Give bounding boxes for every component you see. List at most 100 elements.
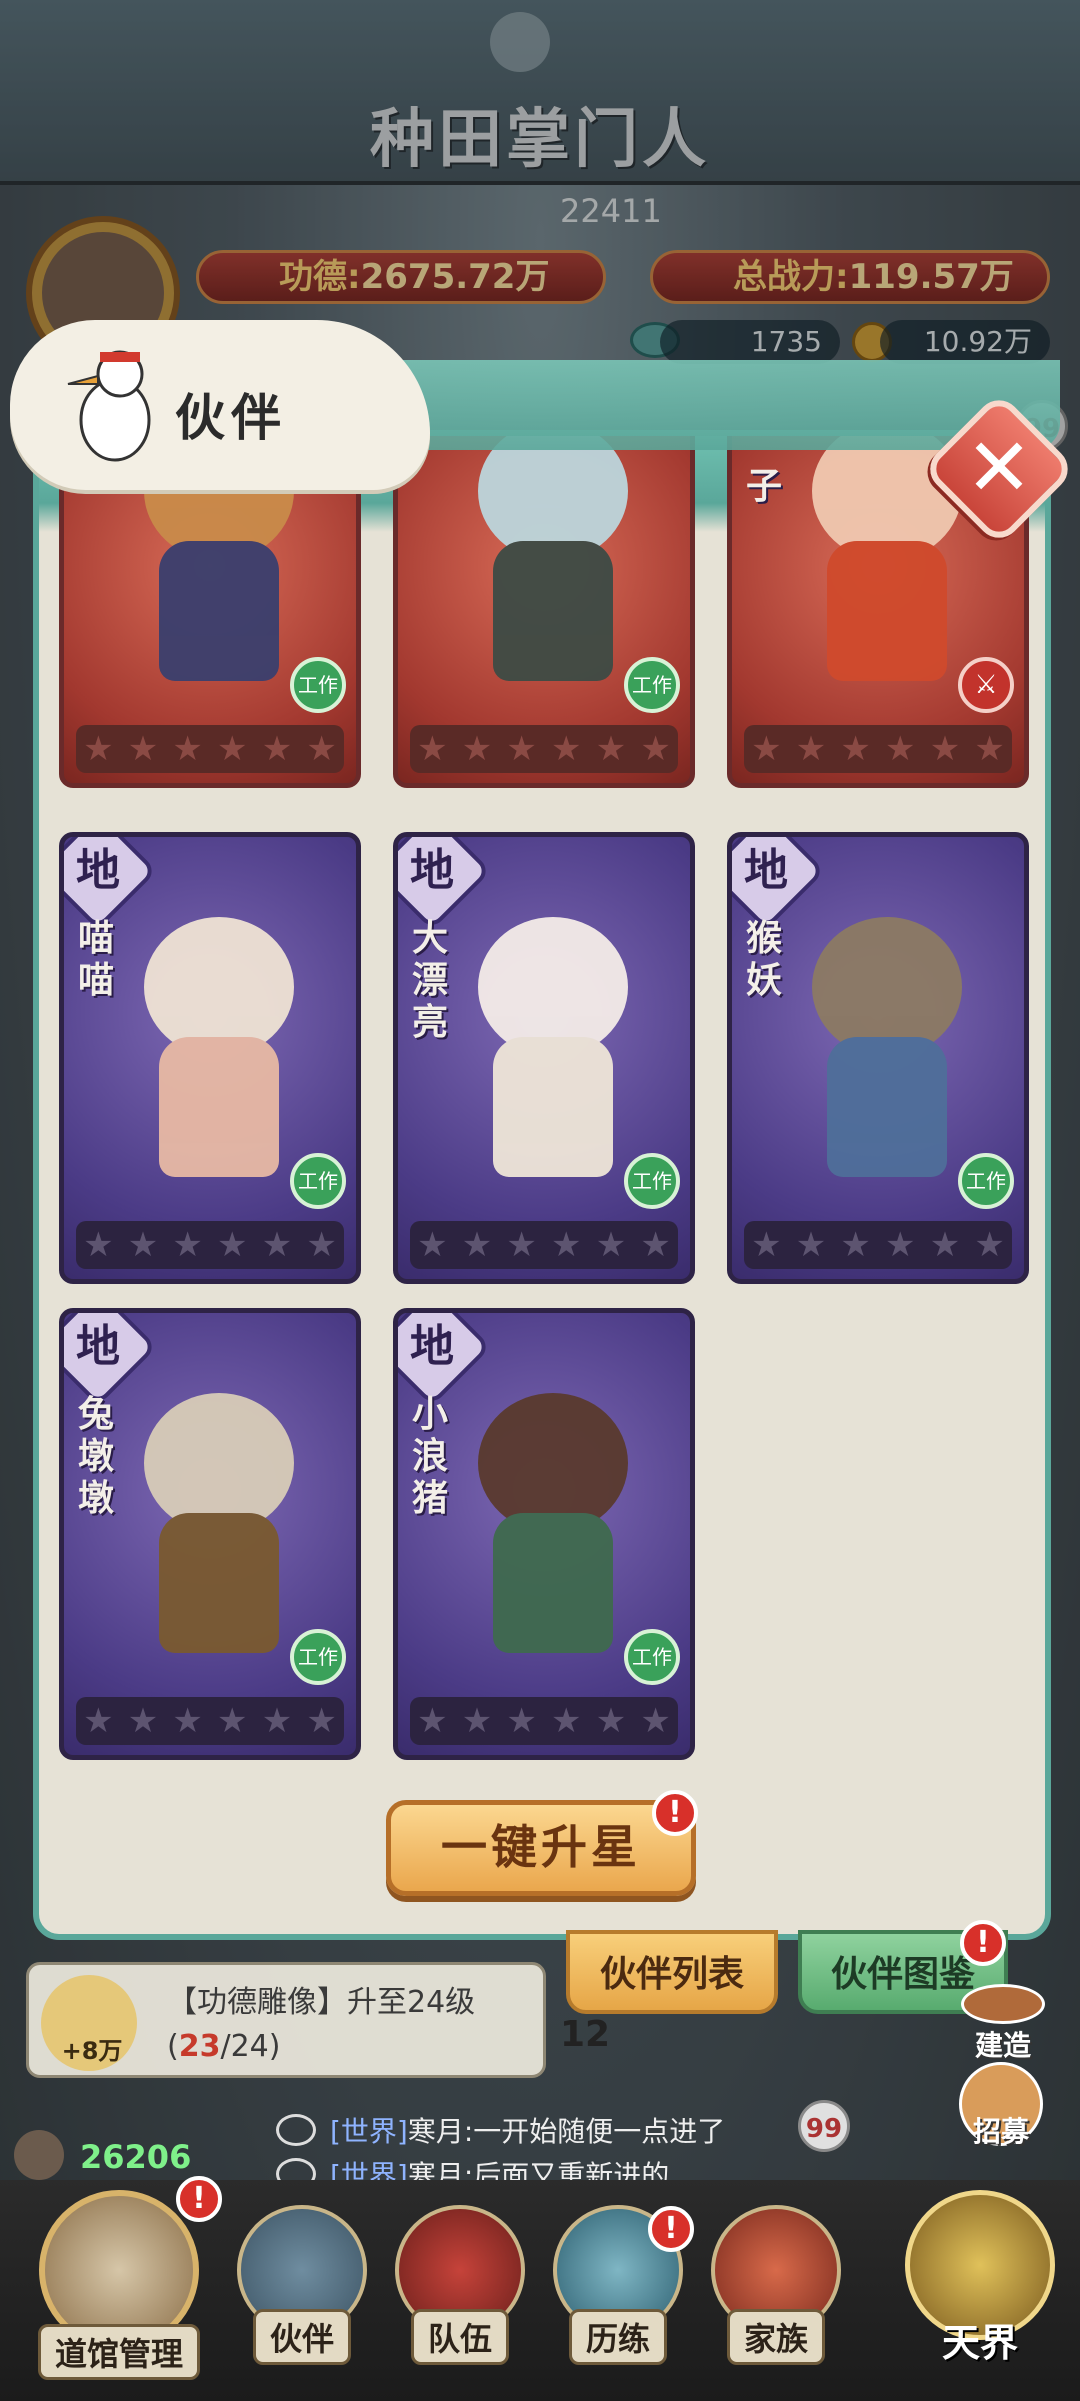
nav-label: 队伍 — [410, 2309, 509, 2365]
figure-head — [478, 917, 628, 1057]
star-icon: ★ — [217, 1701, 248, 1741]
grade-label: 地 — [76, 1321, 120, 1372]
star-icon: ★ — [127, 1225, 159, 1265]
star-icon: ★ — [127, 729, 159, 769]
player-score: 26206 — [80, 2138, 192, 2176]
star-icon: ★ — [974, 1225, 1005, 1265]
partner-card-xiaolangzhu[interactable]: 地 小浪猪 工作 ★ ★ ★ ★ ★ ★ — [393, 1308, 695, 1760]
figure-body — [493, 541, 613, 681]
star-icon: ★ — [751, 729, 782, 769]
nav-label: 道馆管理 — [37, 2324, 200, 2380]
star-icon: ★ — [974, 729, 1005, 769]
figure-body — [159, 1037, 279, 1177]
star-icon: ★ — [217, 729, 248, 769]
star-icon: ★ — [261, 729, 293, 769]
grade-badge: 地 — [398, 1313, 492, 1407]
chat-bubble-icon — [276, 2114, 316, 2146]
partner-name: 大漂亮 — [412, 917, 449, 1043]
star-icon: ★ — [929, 1225, 961, 1265]
star-icon: ★ — [885, 729, 916, 769]
star-bar: ★ ★ ★ ★ ★ ★ — [410, 1221, 678, 1269]
grade-badge: 地 — [64, 1313, 158, 1407]
grade-badge: 地 — [732, 837, 826, 931]
nav-heaven[interactable]: 天界 — [890, 2190, 1070, 2370]
star-icon: ★ — [506, 1701, 537, 1741]
star-icon: ★ — [506, 1225, 537, 1265]
work-tag-icon: 工作 — [624, 1629, 680, 1685]
partner-card-tudundun[interactable]: 地 兔墩墩 工作 ★ ★ ★ ★ ★ ★ — [59, 1308, 361, 1760]
partner-card[interactable]: 工作 ★ ★ ★ ★ ★ ★ — [393, 436, 695, 788]
build-button[interactable]: 建造 — [958, 1984, 1048, 2064]
grade-label: 地 — [744, 845, 788, 896]
star-icon: ★ — [417, 729, 448, 769]
nav-label: 家族 — [726, 2309, 825, 2365]
one-click-upgrade-button[interactable]: 一键升星 — [386, 1800, 696, 1896]
star-icon: ★ — [640, 1701, 671, 1741]
star-bar: ★ ★ ★ ★ ★ ★ — [744, 1221, 1012, 1269]
star-icon: ★ — [261, 1701, 293, 1741]
star-bar: ★ ★ ★ ★ ★ ★ — [410, 725, 678, 773]
partner-modal: 工作 ★ ★ ★ ★ ★ ★ 工作 ★ ★ ★ ★ ★ ★ 子 ⚔ ★ ★ ★ ★ ★ ★ 地 喵喵 — [33, 430, 1051, 1940]
star-icon: ★ — [417, 1701, 448, 1741]
partner-name: 喵喵 — [78, 917, 115, 1001]
figure-head — [144, 1393, 294, 1533]
tab-partner-list[interactable]: 伙伴列表 — [566, 1930, 778, 2014]
star-icon: ★ — [885, 1225, 916, 1265]
partner-card-dapiaoliang[interactable]: 地 大漂亮 工作 ★ ★ ★ ★ ★ ★ — [393, 832, 695, 1284]
star-icon: ★ — [217, 1225, 248, 1265]
modal-title: 伙伴 — [175, 388, 287, 447]
star-icon: ★ — [506, 729, 537, 769]
chat-channel: [世界] — [330, 2115, 408, 2148]
nav-team[interactable]: 队伍 — [390, 2205, 530, 2385]
chat-player-avatar[interactable] — [14, 2130, 64, 2180]
grade-label: 地 — [76, 845, 120, 896]
nav-partner[interactable]: 伙伴 — [232, 2205, 372, 2385]
star-bar: ★ ★ ★ ★ ★ ★ — [410, 1697, 678, 1745]
grade-label: 地 — [410, 1321, 454, 1372]
quest-panel[interactable]: +8万 【功德雕像】升至24级(23/24) — [26, 1962, 546, 2078]
recruit-button[interactable]: 招募 — [956, 2062, 1046, 2150]
work-tag-icon: 工作 — [624, 657, 680, 713]
grade-label: 地 — [410, 845, 454, 896]
star-icon: ★ — [595, 729, 627, 769]
star-icon: ★ — [751, 1225, 782, 1265]
quest-progress-total: /24) — [220, 2029, 281, 2064]
fox-figure — [458, 917, 648, 1187]
star-icon: ★ — [840, 1225, 871, 1265]
nav-label: 伙伴 — [252, 2309, 351, 2365]
star-icon: ★ — [83, 729, 114, 769]
star-icon: ★ — [417, 1225, 448, 1265]
star-icon: ★ — [840, 729, 871, 769]
grade-badge: 地 — [398, 837, 492, 931]
star-icon: ★ — [461, 1225, 493, 1265]
star-icon: ★ — [595, 1701, 627, 1741]
figure-body — [493, 1037, 613, 1177]
star-icon: ★ — [83, 1225, 114, 1265]
star-icon: ★ — [306, 1701, 337, 1741]
star-icon: ★ — [461, 729, 493, 769]
star-icon: ★ — [461, 1701, 493, 1741]
partner-card-houyao[interactable]: 地 猴妖 工作 ★ ★ ★ ★ ★ ★ — [727, 832, 1029, 1284]
partner-card-miaomiao[interactable]: 地 喵喵 工作 ★ ★ ★ ★ ★ ★ — [59, 832, 361, 1284]
upgrade-alert-icon: ! — [652, 1790, 698, 1836]
star-icon: ★ — [172, 729, 203, 769]
star-bar: ★ ★ ★ ★ ★ ★ — [76, 725, 344, 773]
star-icon: ★ — [261, 1225, 293, 1265]
figure-body — [159, 541, 279, 681]
star-icon: ★ — [551, 1225, 582, 1265]
crane-mascot-icon — [60, 340, 170, 470]
quest-reward: +8万 — [61, 2037, 123, 2065]
star-icon: ★ — [795, 729, 827, 769]
figure-body — [493, 1513, 613, 1653]
boar-figure — [458, 1393, 648, 1663]
partner-name: 猴妖 — [746, 917, 783, 1001]
star-icon: ★ — [306, 729, 337, 769]
build-icon — [961, 1984, 1045, 2024]
star-icon: ★ — [127, 1701, 159, 1741]
codex-alert-icon: ! — [960, 1920, 1006, 1966]
attack-tag-icon: ⚔ — [958, 657, 1014, 713]
build-label: 建造 — [974, 2029, 1031, 2062]
chat-badge[interactable]: 99 — [798, 2100, 850, 2152]
chat-line[interactable]: [世界]寒月:一开始随便一点进了 — [330, 2110, 725, 2150]
nav-family[interactable]: 家族 — [706, 2205, 846, 2385]
